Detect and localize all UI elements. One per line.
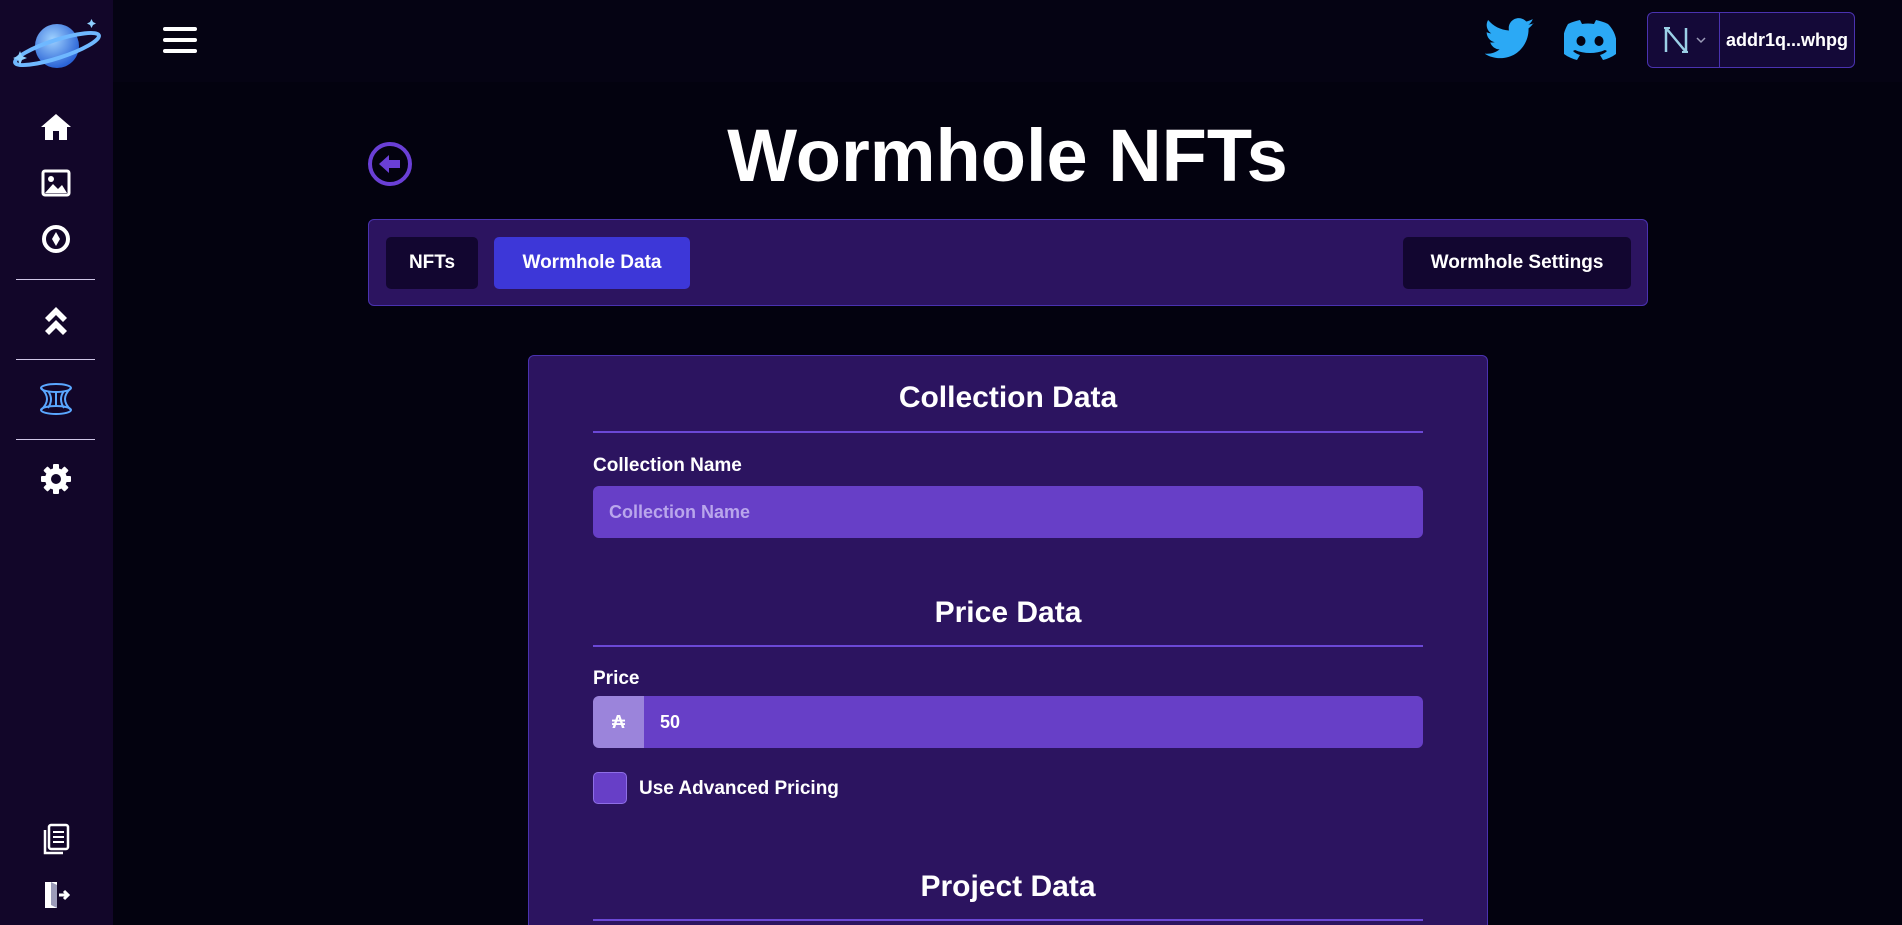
wallet-widget: addr1q...whpg bbox=[1647, 12, 1855, 68]
tab-wormhole-settings[interactable]: Wormhole Settings bbox=[1403, 237, 1631, 289]
tab-nfts[interactable]: NFTs bbox=[386, 237, 478, 289]
ada-currency-symbol: ₳ bbox=[593, 696, 644, 748]
chevrons-up-icon[interactable] bbox=[36, 299, 76, 339]
section-divider bbox=[593, 431, 1423, 433]
hamburger-menu-icon[interactable] bbox=[161, 22, 199, 58]
project-data-heading: Project Data bbox=[920, 870, 1096, 903]
sidebar bbox=[0, 0, 113, 925]
discord-icon[interactable] bbox=[1564, 19, 1616, 61]
wormhole-icon[interactable] bbox=[36, 379, 76, 419]
wallet-selector[interactable] bbox=[1648, 13, 1720, 67]
collection-name-label: Collection Name bbox=[593, 455, 742, 476]
home-icon[interactable] bbox=[36, 107, 76, 147]
price-label: Price bbox=[593, 668, 640, 689]
section-divider bbox=[593, 645, 1423, 647]
back-arrow-icon[interactable] bbox=[367, 141, 413, 187]
collection-name-input[interactable] bbox=[593, 486, 1423, 538]
page-title: Wormhole NFTs bbox=[727, 114, 1288, 197]
price-input[interactable] bbox=[644, 696, 1423, 748]
twitter-icon[interactable] bbox=[1485, 17, 1535, 61]
top-bar bbox=[113, 0, 1902, 82]
chevron-down-icon bbox=[1695, 37, 1706, 44]
section-divider bbox=[593, 919, 1423, 921]
planet-logo[interactable] bbox=[10, 16, 102, 76]
advanced-pricing-label[interactable]: Use Advanced Pricing bbox=[639, 778, 839, 800]
price-data-heading: Price Data bbox=[934, 596, 1082, 629]
sidebar-divider bbox=[16, 279, 95, 280]
wormhole-data-card: Collection Data Collection Name Price Da… bbox=[528, 355, 1488, 925]
advanced-pricing-checkbox[interactable] bbox=[593, 772, 627, 804]
sidebar-divider bbox=[16, 359, 95, 360]
price-input-group: ₳ bbox=[593, 696, 1423, 748]
tab-wormhole-data[interactable]: Wormhole Data bbox=[494, 237, 690, 289]
tab-bar: NFTs Wormhole Data Wormhole Settings bbox=[368, 219, 1648, 306]
nami-wallet-icon bbox=[1663, 27, 1688, 53]
sidebar-divider bbox=[16, 439, 95, 440]
logout-icon[interactable] bbox=[36, 875, 76, 915]
collection-data-heading: Collection Data bbox=[898, 381, 1118, 414]
gear-icon[interactable] bbox=[36, 459, 76, 499]
compass-icon[interactable] bbox=[36, 219, 76, 259]
image-icon[interactable] bbox=[36, 163, 76, 203]
document-icon[interactable] bbox=[36, 819, 76, 859]
wallet-address[interactable]: addr1q...whpg bbox=[1720, 13, 1854, 67]
